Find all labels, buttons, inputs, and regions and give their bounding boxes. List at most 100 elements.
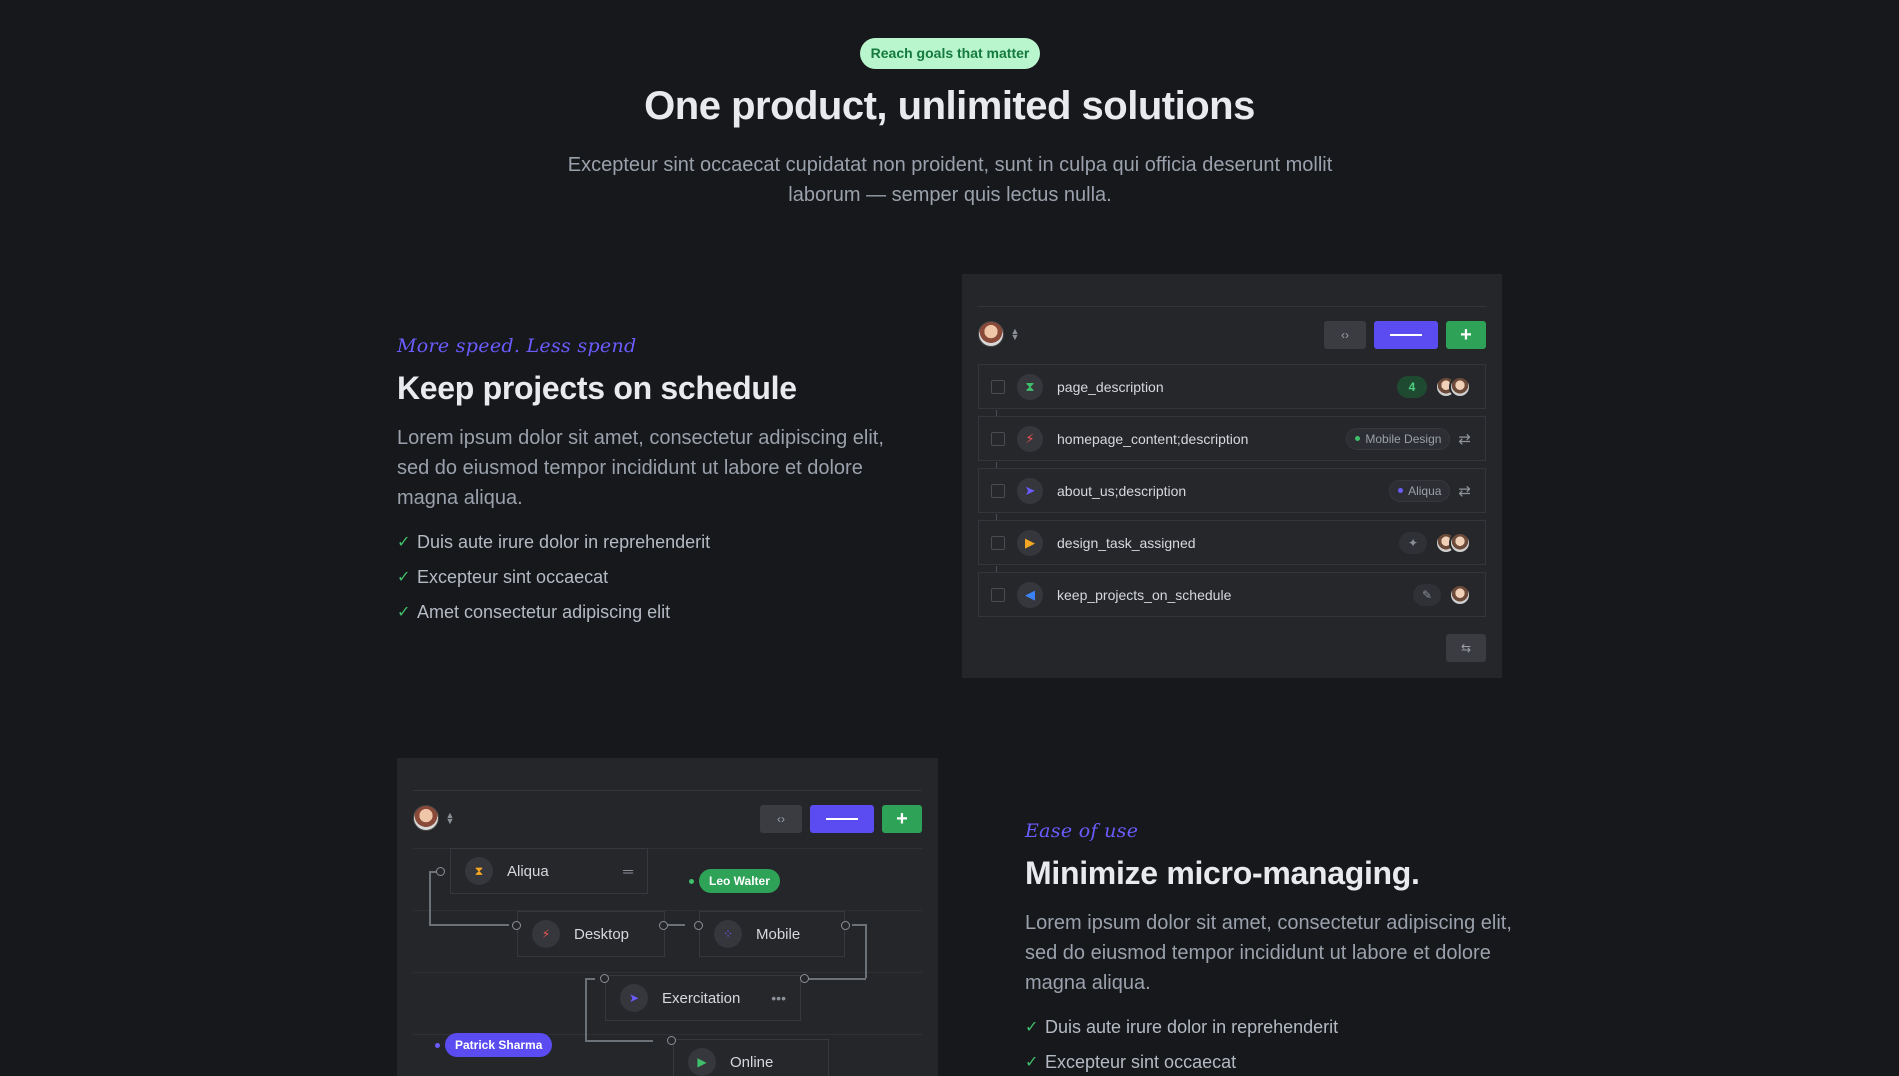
port[interactable] <box>667 1036 676 1045</box>
count-badge: 4 <box>1397 375 1427 398</box>
feature-item: ✓ Duis aute irure dolor in reprehenderit <box>397 525 710 560</box>
feature-item: ✓ Excepteur sint occaecat <box>1025 1045 1338 1076</box>
tag-badge: Mobile Design <box>1346 427 1451 450</box>
hero-title: One product, unlimited solutions <box>644 84 1255 128</box>
code-button[interactable]: ‹› <box>1324 321 1366 349</box>
tag-label: Mobile Design <box>1365 431 1442 446</box>
port[interactable] <box>841 921 850 930</box>
task-row[interactable]: ▶ design_task_assigned ✦ <box>978 520 1486 565</box>
section-body: Lorem ipsum dolor sit amet, consectetur … <box>1025 912 1512 994</box>
node-aliqua[interactable]: ⧗ Aliqua ═ <box>450 848 648 894</box>
user-switcher[interactable]: ▲ ▼ <box>978 321 1020 347</box>
feature-label: Excepteur sint occaecat <box>417 567 609 587</box>
check-icon: ✓ <box>397 534 411 551</box>
hero-subtitle: Excepteur sint occaecat cupidatat non pr… <box>567 154 1333 206</box>
section-title: Minimize micro-managing. <box>1025 855 1420 891</box>
play-icon: ▶ <box>688 1048 716 1076</box>
section-eyebrow: Ease of use <box>1025 820 1139 842</box>
send-icon: ➤ <box>620 984 648 1012</box>
feather-icon[interactable]: ✎ <box>1413 583 1441 606</box>
feature-list: ✓ Duis aute irure dolor in reprehenderit … <box>397 525 710 630</box>
check-icon: ✓ <box>1025 1019 1039 1036</box>
task-checkbox[interactable] <box>991 431 1005 446</box>
bolt-icon: ⚡ <box>1017 425 1043 452</box>
task-row[interactable]: ⧗ page_description 4 <box>978 364 1486 409</box>
node-online[interactable]: ▶ Online <box>673 1039 829 1076</box>
port[interactable] <box>436 867 445 876</box>
feature-list: ✓ Duis aute irure dolor in reprehenderit … <box>1025 1010 1338 1076</box>
flow-panel: ▲ ▼ ‹› + ⧗ Aliqua ═ ⚡ Desktop ⁘ Mobile ➤ … <box>397 758 938 1076</box>
megaphone-icon: ◀ <box>1017 581 1043 608</box>
status-dot <box>435 1043 440 1048</box>
feature-label: Duis aute irure dolor in reprehenderit <box>1045 1017 1339 1037</box>
feature-item: ✓ Amet consectetur adipiscing elit <box>397 595 710 630</box>
divider <box>413 790 922 791</box>
hourglass-icon: ⧗ <box>1017 373 1043 400</box>
port[interactable] <box>659 921 668 930</box>
user-switcher[interactable]: ▲ ▼ <box>413 805 455 831</box>
node-label: Mobile <box>756 925 801 943</box>
grid-icon: ⁘ <box>714 920 742 948</box>
tag-dot <box>1355 436 1361 441</box>
settings-icon[interactable]: ⇆ <box>1446 634 1486 662</box>
node-label: Online <box>730 1053 774 1071</box>
avatar <box>1449 583 1471 606</box>
task-name: design_task_assigned <box>1057 534 1196 551</box>
task-name: homepage_content;description <box>1057 430 1249 447</box>
user-tag-leo-walter: Leo Walter <box>699 869 780 893</box>
tag-badge: Aliqua <box>1389 479 1451 502</box>
node-desktop[interactable]: ⚡ Desktop <box>517 911 665 957</box>
add-button[interactable]: + <box>882 805 922 833</box>
task-row[interactable]: ➤ about_us;description Aliqua ⇄ <box>978 468 1486 513</box>
add-button[interactable]: + <box>1446 321 1486 349</box>
avatar <box>1449 531 1471 554</box>
task-row[interactable]: ⚡ homepage_content;description Mobile De… <box>978 416 1486 461</box>
node-label: Exercitation <box>662 989 741 1007</box>
play-icon: ▶ <box>1017 529 1043 556</box>
collapse-button[interactable] <box>1374 321 1438 349</box>
sparkle-icon[interactable]: ✦ <box>1399 531 1427 554</box>
assignees <box>1435 531 1471 554</box>
node-mobile[interactable]: ⁘ Mobile <box>699 911 845 957</box>
task-name-editing[interactable]: about_us;description <box>1057 483 1389 499</box>
node-label: Aliqua <box>507 862 549 880</box>
assignees <box>1435 375 1471 398</box>
task-checkbox[interactable] <box>991 483 1005 498</box>
feature-label: Amet consectetur adipiscing elit <box>417 602 671 622</box>
section-body: Lorem ipsum dolor sit amet, consectetur … <box>397 427 884 509</box>
wire <box>429 871 431 925</box>
hourglass-icon: ⧗ <box>465 857 493 885</box>
section-eyebrow: More speed. Less spend <box>397 335 637 357</box>
node-exercitation[interactable]: ➤ Exercitation ••• <box>605 975 801 1021</box>
port[interactable] <box>694 921 703 930</box>
task-list-panel: ▲ ▼ ‹› + ⧗ page_description 4 ⚡ homepage_… <box>962 274 1502 678</box>
shuffle-icon[interactable]: ⇄ <box>1458 482 1471 500</box>
port[interactable] <box>800 974 809 983</box>
port[interactable] <box>600 974 609 983</box>
more-icon[interactable]: ••• <box>771 990 786 1006</box>
send-icon: ➤ <box>1017 477 1043 504</box>
grid-line <box>413 910 922 911</box>
task-row[interactable]: ◀ keep_projects_on_schedule ✎ <box>978 572 1486 617</box>
divider <box>978 306 1486 307</box>
grid-line <box>413 972 922 973</box>
wire <box>429 924 509 926</box>
wire <box>865 924 867 978</box>
avatar <box>413 805 439 831</box>
port[interactable] <box>512 921 521 930</box>
code-button[interactable]: ‹› <box>760 805 802 833</box>
task-checkbox[interactable] <box>991 535 1005 550</box>
wire <box>585 978 595 980</box>
feature-item: ✓ Duis aute irure dolor in reprehenderit <box>1025 1010 1338 1045</box>
wire <box>585 1040 653 1042</box>
collapse-button[interactable] <box>810 805 874 833</box>
task-name: page_description <box>1057 378 1164 395</box>
feature-label: Duis aute irure dolor in reprehenderit <box>417 532 711 552</box>
check-icon: ✓ <box>397 604 411 621</box>
menu-icon[interactable]: ═ <box>623 863 633 879</box>
shuffle-icon[interactable]: ⇄ <box>1458 430 1471 448</box>
section-title: Keep projects on schedule <box>397 370 797 406</box>
task-checkbox[interactable] <box>991 587 1005 602</box>
wire <box>665 924 685 926</box>
task-checkbox[interactable] <box>991 379 1005 394</box>
